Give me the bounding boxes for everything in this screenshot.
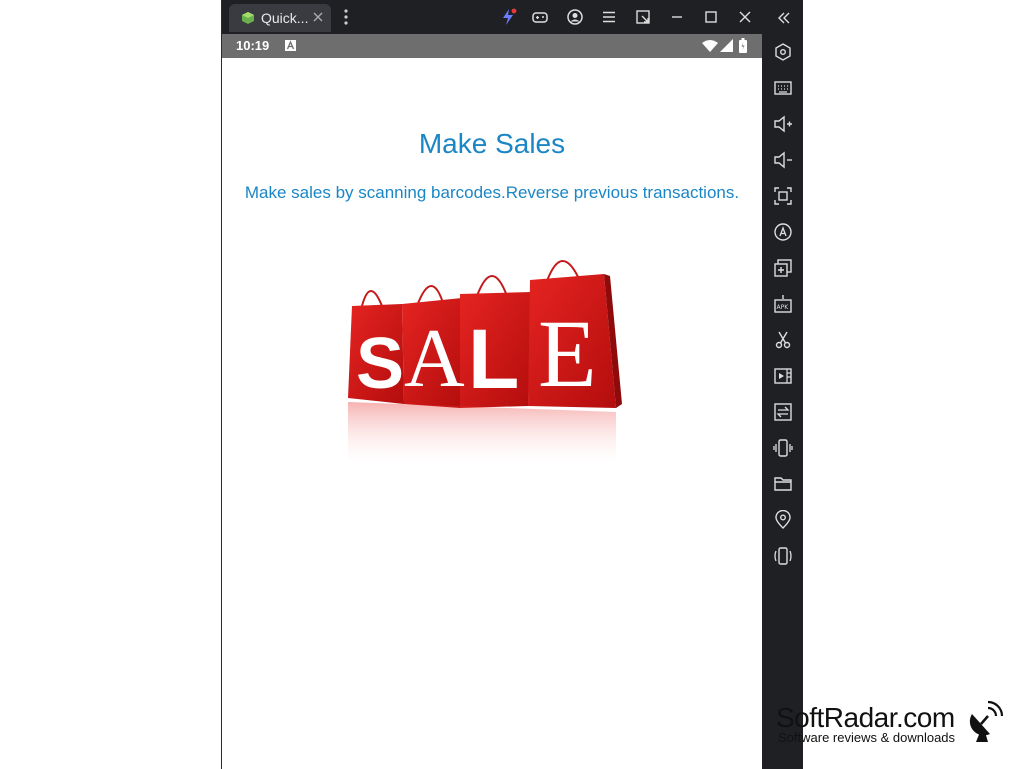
app-cube-icon <box>241 11 255 25</box>
more-options-icon[interactable] <box>337 8 355 26</box>
app-tab[interactable]: Quick... <box>229 4 331 32</box>
gamepad-icon[interactable] <box>531 8 549 26</box>
android-status-bar: 10:19 <box>222 34 762 58</box>
location-icon[interactable] <box>773 510 793 530</box>
quick-menu-lightning-icon[interactable] <box>499 8 517 26</box>
notification-a-icon <box>285 40 296 51</box>
screenshot-icon[interactable] <box>773 186 793 206</box>
watermark: SoftRadar.com Software reviews & downloa… <box>776 700 1016 750</box>
portrait-icon[interactable] <box>773 546 793 566</box>
app-screen: Make Sales Make sales by scanning barcod… <box>222 58 762 769</box>
menu-icon[interactable] <box>600 8 618 26</box>
multi-instance-icon[interactable] <box>773 258 793 278</box>
watermark-subtitle: Software reviews & downloads <box>778 730 956 745</box>
emulator-window: Quick... 10:19 Make Sales Make sales by … <box>221 0 803 769</box>
radar-dish-icon <box>966 700 1006 744</box>
emulator-sidebar: APK <box>762 0 803 769</box>
account-icon[interactable] <box>566 8 584 26</box>
exit-screen-icon[interactable] <box>634 8 652 26</box>
sale-bags-image: S A L E <box>342 236 642 471</box>
sale-letter-s: S <box>356 324 404 404</box>
sale-letter-e: E <box>538 300 597 407</box>
folder-icon[interactable] <box>773 474 793 494</box>
battery-icon <box>739 38 747 53</box>
scissors-icon[interactable] <box>773 330 793 350</box>
shake-icon[interactable] <box>773 438 793 458</box>
sync-icon[interactable] <box>773 402 793 422</box>
status-clock: 10:19 <box>236 38 270 53</box>
record-video-icon[interactable] <box>773 366 793 386</box>
svg-text:APK: APK <box>777 304 790 311</box>
title-bar: Quick... <box>221 0 803 34</box>
rotate-icon[interactable] <box>773 222 793 242</box>
page-subtitle: Make sales by scanning barcodes.Reverse … <box>244 183 740 202</box>
close-icon[interactable] <box>736 8 754 26</box>
sale-letter-l: L <box>468 312 519 406</box>
sale-letter-a: A <box>404 312 465 405</box>
page-title: Make Sales <box>418 128 566 159</box>
volume-up-icon[interactable] <box>773 114 793 134</box>
maximize-icon[interactable] <box>702 8 720 26</box>
tab-title: Quick... <box>261 10 309 26</box>
minimize-icon[interactable] <box>668 8 686 26</box>
window-left-edge <box>221 0 222 769</box>
volume-down-icon[interactable] <box>773 150 793 170</box>
close-tab-icon[interactable] <box>311 10 325 24</box>
settings-hex-icon[interactable] <box>773 42 793 62</box>
install-apk-icon[interactable]: APK <box>773 294 793 314</box>
collapse-sidebar-icon[interactable] <box>773 8 793 28</box>
cell-signal-icon <box>720 39 733 52</box>
keyboard-icon[interactable] <box>773 78 793 98</box>
wifi-icon <box>702 39 718 53</box>
